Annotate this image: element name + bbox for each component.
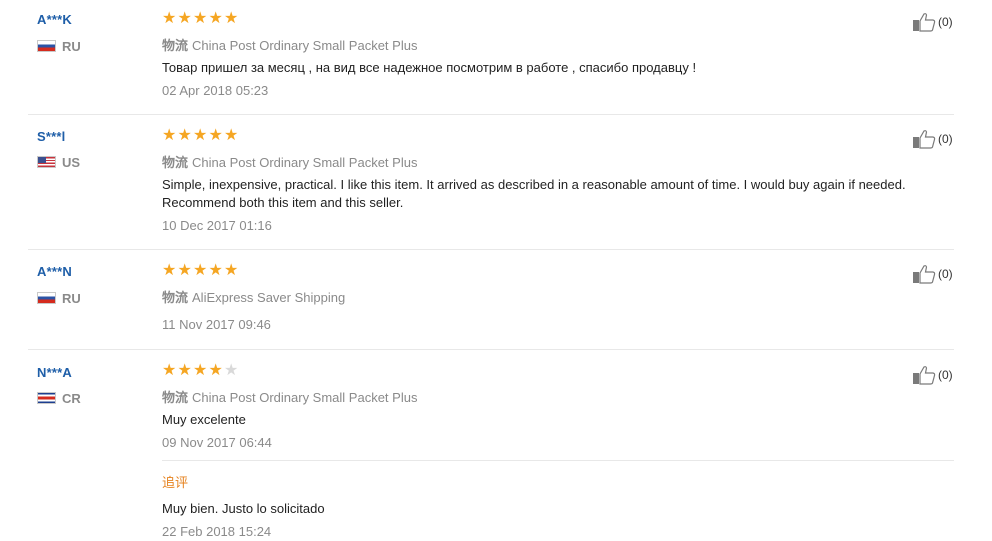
helpful-button[interactable]: (0)	[912, 365, 953, 385]
flag-us-icon	[37, 156, 56, 168]
star-icon: ★	[162, 10, 177, 27]
review-date: 10 Dec 2017 01:16	[162, 218, 272, 233]
star-icon: ★	[177, 127, 192, 144]
reviewer-name: A***K	[37, 12, 72, 27]
logistics-info: 物流 China Post Ordinary Small Packet Plus	[162, 35, 417, 54]
logistics-method: AliExpress Saver Shipping	[192, 290, 346, 305]
helpful-count: (0)	[938, 267, 953, 281]
review-item: A***K RU ★ ★ ★ ★ ★ 物流 China Post Ordinary…	[0, 0, 992, 114]
star-icon: ★	[208, 127, 223, 144]
star-icon: ★	[177, 10, 192, 27]
logistics-method: China Post Ordinary Small Packet Plus	[192, 38, 418, 53]
star-icon: ★	[224, 127, 239, 144]
review-item: N***A CR ★ ★ ★ ★ ★ 物流 China Post Ordinary…	[0, 350, 992, 541]
star-icon: ★	[193, 262, 208, 279]
helpful-button[interactable]: (0)	[912, 129, 953, 149]
star-icon: ★	[208, 262, 223, 279]
review-item: A***N RU ★ ★ ★ ★ ★ 物流 AliExpress Saver Sh…	[0, 250, 992, 349]
star-icon: ★	[224, 10, 239, 27]
star-icon: ★	[208, 362, 223, 379]
helpful-count: (0)	[938, 368, 953, 382]
logistics-label: 物流	[162, 155, 189, 170]
reviewer-country: RU	[37, 290, 81, 306]
additional-review-text: Muy bien. Justo lo solicitado	[162, 501, 325, 516]
thumbs-up-icon	[913, 13, 936, 32]
star-icon: ★	[162, 262, 177, 279]
helpful-count: (0)	[938, 132, 953, 146]
logistics-info: 物流 AliExpress Saver Shipping	[162, 287, 345, 306]
review-text: Muy excelente	[162, 412, 246, 427]
star-empty-icon: ★	[224, 362, 239, 379]
additional-review-label: 追评	[162, 475, 189, 490]
country-code: US	[62, 154, 81, 170]
flag-ru-icon	[37, 292, 56, 304]
star-rating: ★ ★ ★ ★ ★	[162, 128, 239, 144]
star-icon: ★	[193, 362, 208, 379]
logistics-label: 物流	[162, 290, 189, 305]
logistics-info: 物流 China Post Ordinary Small Packet Plus	[162, 152, 417, 171]
reviewer-country: RU	[37, 38, 81, 54]
reviewer-country: CR	[37, 390, 81, 406]
flag-ru-icon	[37, 40, 56, 52]
review-item: S***l US ★ ★ ★ ★ ★ 物流 China Post Ordinary…	[0, 115, 992, 249]
reviewer-name: N***A	[37, 365, 72, 380]
country-code: CR	[62, 390, 81, 406]
star-rating: ★ ★ ★ ★ ★	[162, 363, 239, 379]
star-icon: ★	[162, 127, 177, 144]
helpful-button[interactable]: (0)	[912, 264, 953, 284]
thumbs-up-icon	[913, 366, 936, 385]
star-icon: ★	[193, 10, 208, 27]
additional-review-date: 22 Feb 2018 15:24	[162, 524, 272, 539]
logistics-method: China Post Ordinary Small Packet Plus	[192, 390, 418, 405]
thumbs-up-icon	[913, 265, 936, 284]
logistics-label: 物流	[162, 390, 189, 405]
logistics-info: 物流 China Post Ordinary Small Packet Plus	[162, 387, 417, 406]
country-code: RU	[62, 38, 81, 54]
logistics-label: 物流	[162, 38, 189, 53]
review-date: 02 Apr 2018 05:23	[162, 83, 269, 98]
star-icon: ★	[193, 127, 208, 144]
additional-review-divider	[162, 460, 954, 461]
review-date: 09 Nov 2017 06:44	[162, 435, 272, 450]
star-icon: ★	[177, 262, 192, 279]
star-icon: ★	[208, 10, 223, 27]
logistics-method: China Post Ordinary Small Packet Plus	[192, 155, 418, 170]
thumbs-up-icon	[913, 130, 936, 149]
star-icon: ★	[162, 362, 177, 379]
flag-cr-icon	[37, 392, 56, 404]
star-icon: ★	[177, 362, 192, 379]
helpful-button[interactable]: (0)	[912, 12, 953, 32]
review-text: Товар пришел за месяц , на вид все надеж…	[162, 60, 697, 75]
star-rating: ★ ★ ★ ★ ★	[162, 11, 239, 27]
review-text: Simple, inexpensive, practical. I like t…	[162, 177, 906, 210]
helpful-count: (0)	[938, 15, 953, 29]
star-rating: ★ ★ ★ ★ ★	[162, 263, 239, 279]
reviewer-country: US	[37, 154, 81, 170]
country-code: RU	[62, 290, 81, 306]
star-icon: ★	[224, 262, 239, 279]
review-date: 11 Nov 2017 09:46	[162, 317, 271, 332]
reviewer-name: A***N	[37, 264, 72, 279]
reviewer-name: S***l	[37, 129, 66, 144]
